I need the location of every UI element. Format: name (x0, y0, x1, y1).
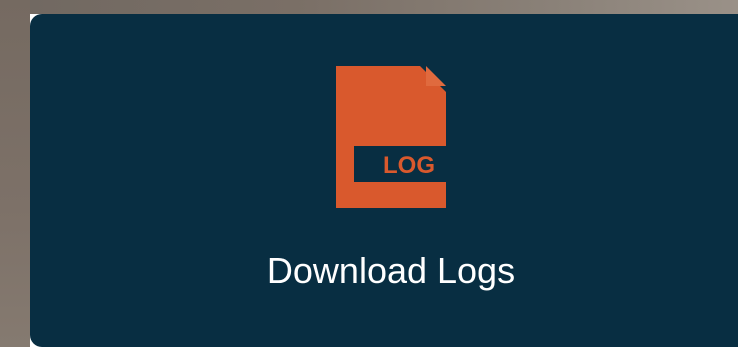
log-icon-text: LOG (383, 152, 435, 179)
log-file-icon: LOG (336, 66, 446, 208)
screen: LOG Download Logs (0, 0, 738, 347)
background-strip-top (0, 0, 738, 14)
tile-label: Download Logs (266, 250, 516, 291)
background-strip-left (0, 0, 30, 347)
